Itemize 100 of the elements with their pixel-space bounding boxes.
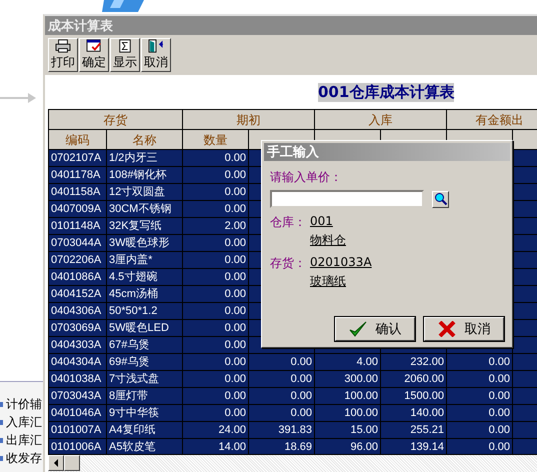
table-cell: 100.00 bbox=[314, 388, 380, 404]
link-text[interactable]: 玻璃纸 bbox=[310, 273, 504, 290]
scroll-left-button[interactable] bbox=[48, 455, 64, 471]
group-header: 入库 bbox=[314, 110, 446, 130]
toolbar-button[interactable]: 确定 bbox=[79, 38, 109, 72]
prompt-label: 请输入单价： bbox=[270, 169, 342, 186]
link-text[interactable]: 001 bbox=[310, 214, 504, 231]
table-cell: 69#乌煲 bbox=[106, 354, 182, 370]
table-cell: 0703044A bbox=[48, 234, 106, 252]
toolbar-button[interactable]: 取消 bbox=[141, 38, 171, 72]
table-cell: 232.00 bbox=[380, 354, 446, 370]
table-cell: 2.00 bbox=[182, 218, 248, 234]
arrow-icon bbox=[0, 93, 36, 103]
group-header: 存货 bbox=[48, 110, 182, 130]
table-cell: 0101007A bbox=[48, 422, 106, 438]
link-text[interactable]: 物料仓 bbox=[310, 232, 504, 249]
table-cell: 255.21 bbox=[380, 422, 446, 438]
table-cell: 0.00 bbox=[248, 404, 314, 422]
table-cell: 0.00 bbox=[446, 370, 512, 388]
table-cell: 3W暖色球形 bbox=[106, 234, 182, 252]
table-cell: 9寸中华筷 bbox=[106, 404, 182, 422]
table-cell: 139.14 bbox=[380, 438, 446, 454]
toolbar-button[interactable]: 打印 bbox=[48, 38, 78, 72]
nav-item[interactable]: 收发存 bbox=[6, 450, 42, 466]
table-cell: 67#乌煲 bbox=[106, 336, 182, 354]
scroll-thumb[interactable] bbox=[64, 455, 80, 471]
table-cell: 24.00 bbox=[182, 422, 248, 438]
table-cell: 1500.00 bbox=[380, 388, 446, 404]
toolbar-button[interactable]: 显示 bbox=[110, 38, 140, 72]
window-check-icon bbox=[85, 39, 103, 53]
table-cell: 0.00 bbox=[182, 286, 248, 302]
table-cell: 0702107A bbox=[48, 150, 106, 166]
table-cell: 3厘内盖* bbox=[106, 252, 182, 268]
table-cell: 15.00 bbox=[314, 422, 380, 438]
table-cell: 30CM不锈钢 bbox=[106, 200, 182, 218]
table-cell: 0404152A bbox=[48, 286, 106, 302]
table-cell: 0.00 bbox=[182, 200, 248, 218]
table-cell: 8厘灯带 bbox=[106, 388, 182, 404]
table-cell: 0101148A bbox=[48, 218, 106, 234]
field-label: 仓库： bbox=[270, 214, 307, 231]
table-cell: 300.00 bbox=[314, 370, 380, 388]
nav-item[interactable]: 入库汇 bbox=[6, 414, 42, 430]
column-header: 数量 bbox=[182, 130, 248, 150]
input-field[interactable] bbox=[270, 190, 424, 208]
table-cell: 0404304A bbox=[48, 354, 106, 370]
table-cell: A5软皮笔 bbox=[106, 438, 182, 454]
table-cell: 0703043A bbox=[48, 388, 106, 404]
nav-item[interactable]: 出库汇 bbox=[6, 432, 42, 448]
table-cell: 0.00 bbox=[182, 370, 248, 388]
x-icon bbox=[438, 321, 456, 337]
table-cell: 0.00 bbox=[182, 404, 248, 422]
cancel-button[interactable]: 取消 bbox=[424, 317, 504, 341]
table-cell: 0.00 bbox=[182, 268, 248, 286]
dialog-title: 手工输入 bbox=[264, 143, 510, 161]
table-cell: 0.00 bbox=[248, 354, 314, 370]
table-cell: 4.00 bbox=[314, 354, 380, 370]
table-cell: 0.00 bbox=[182, 354, 248, 370]
table-cell: 140.00 bbox=[380, 404, 446, 422]
table-cell: 0401046A bbox=[48, 404, 106, 422]
table-cell: 391.83 bbox=[248, 422, 314, 438]
table-cell: 4.5寸翅碗 bbox=[106, 268, 182, 286]
table-cell: 0.00 bbox=[182, 234, 248, 252]
field-label: 存货： bbox=[270, 255, 307, 272]
table-cell: 0.00 bbox=[446, 388, 512, 404]
search-icon bbox=[434, 192, 448, 206]
table-cell: 0703069A bbox=[48, 320, 106, 336]
search-button[interactable] bbox=[432, 190, 449, 208]
confirm-button[interactable]: 确认 bbox=[335, 317, 415, 341]
table-cell: 0.00 bbox=[248, 370, 314, 388]
table-cell: 50*50*1.2 bbox=[106, 302, 182, 320]
window-title: 成本计算表 bbox=[45, 16, 537, 35]
table-cell: 96.00 bbox=[314, 438, 380, 454]
table-cell: 0702206A bbox=[48, 252, 106, 268]
door-exit-icon bbox=[147, 39, 165, 53]
table-cell: 100.00 bbox=[314, 404, 380, 422]
table-cell: A4复印纸 bbox=[106, 422, 182, 438]
table-cell: 45cm汤桶 bbox=[106, 286, 182, 302]
table-cell: 2060.00 bbox=[380, 370, 446, 388]
table-cell: 0.00 bbox=[446, 354, 512, 370]
link-text[interactable]: 0201033A bbox=[310, 255, 504, 272]
table-cell: 0.00 bbox=[182, 388, 248, 404]
table-cell: 0.00 bbox=[182, 184, 248, 200]
table-cell: 14.00 bbox=[182, 438, 248, 454]
table-cell: 0.00 bbox=[182, 336, 248, 354]
table-cell: 7寸浅式盘 bbox=[106, 370, 182, 388]
table-cell: 5W暖色LED bbox=[106, 320, 182, 336]
table-cell: 0.00 bbox=[446, 422, 512, 438]
table-cell: 0401086A bbox=[48, 268, 106, 286]
table-cell: 108#钢化杯 bbox=[106, 166, 182, 184]
report-title: 001仓库成本计算表 bbox=[318, 82, 454, 102]
sigma-icon bbox=[118, 39, 132, 53]
caret-icon bbox=[53, 459, 59, 467]
table-cell: 1/2内牙三 bbox=[106, 150, 182, 166]
table-cell: 0401038A bbox=[48, 370, 106, 388]
table-cell: 0401178A bbox=[48, 166, 106, 184]
group-header: 期初 bbox=[182, 110, 314, 130]
table-cell: 0.00 bbox=[182, 320, 248, 336]
column-header: 名称 bbox=[106, 130, 182, 150]
nav-item[interactable]: 计价辅 bbox=[6, 396, 42, 412]
table-cell: 0.00 bbox=[446, 438, 512, 454]
